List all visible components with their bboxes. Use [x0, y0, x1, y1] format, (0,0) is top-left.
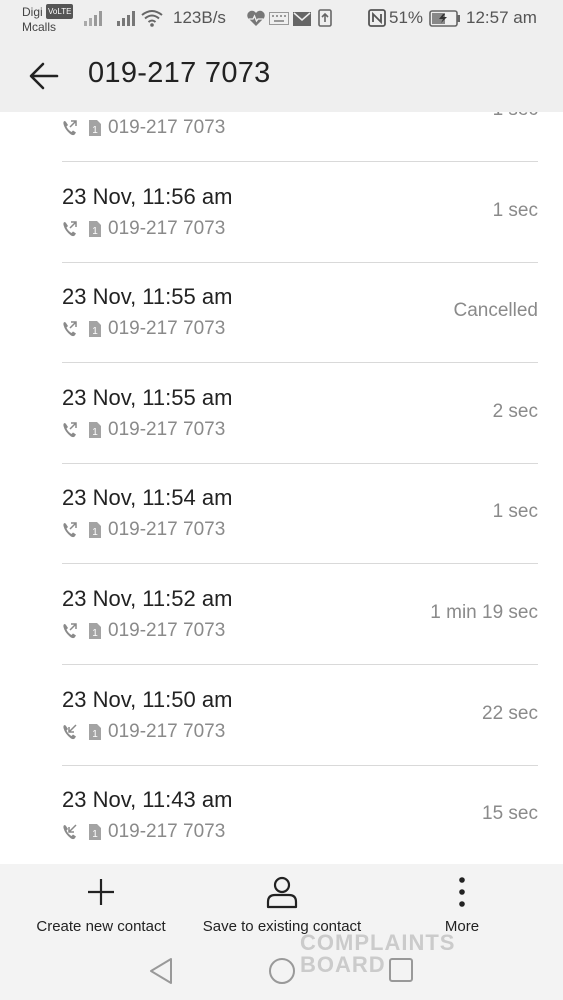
call-detail: 1 019-217 7073 — [62, 620, 225, 642]
call-time: 23 Nov, 11:55 am — [62, 384, 233, 410]
incoming-call-icon — [63, 724, 77, 739]
action-bar: Create new contact Save to existing cont… — [0, 864, 563, 942]
sim-card-icon: 1 — [89, 723, 101, 740]
call-duration: 1 sec — [493, 112, 538, 121]
plus-icon — [88, 879, 114, 905]
call-duration: 1 sec — [492, 199, 538, 221]
call-detail: 1 019-217 7073 — [62, 218, 225, 240]
nfc-icon — [368, 9, 386, 27]
call-number: 019-217 7073 — [108, 318, 226, 340]
call-number: 019-217 7073 — [108, 217, 226, 239]
more-button[interactable]: More — [426, 872, 498, 935]
sim-card-icon: 1 — [89, 623, 101, 639]
call-log-row[interactable]: 23 Nov, 11:43 am 1 019-217 7073 15 sec — [62, 765, 538, 864]
incoming-call-icon — [63, 824, 77, 840]
call-time: 23 Nov, 11:50 am — [62, 686, 233, 712]
call-log-row[interactable]: 23 Nov, 11:50 am 1 019-217 7073 22 sec — [62, 665, 538, 766]
svg-text:1: 1 — [92, 829, 98, 840]
mail-icon — [293, 12, 311, 26]
keyboard-icon — [269, 12, 289, 25]
sim-card-icon: 1 — [89, 120, 101, 136]
page-title: 019-217 7073 — [88, 57, 271, 89]
svg-text:1: 1 — [92, 527, 98, 538]
navigation-bar — [0, 942, 563, 1000]
watermark-logo: COMPLAINTS BOARD — [300, 930, 456, 977]
carrier-secondary: Mcalls — [22, 20, 57, 34]
wifi-icon — [141, 10, 163, 27]
volte-badge: VoLTE — [46, 4, 74, 19]
person-icon — [266, 876, 298, 909]
sim-card-icon: 1 — [89, 824, 101, 841]
call-number: 019-217 7073 — [108, 117, 226, 138]
call-number: 019-217 7073 — [108, 720, 226, 742]
call-time: 23 Nov, 11:52 am — [62, 586, 233, 611]
call-detail: 1 019-217 7073 — [62, 419, 225, 441]
health-icon — [247, 10, 265, 26]
svg-text:1: 1 — [92, 226, 98, 237]
call-duration: 15 sec — [482, 803, 538, 825]
call-duration: Cancelled — [453, 300, 539, 322]
call-time: 23 Nov, 11:56 am — [62, 183, 233, 209]
clock: 12:57 am — [466, 8, 537, 27]
nav-back-icon[interactable] — [148, 957, 174, 985]
signal-icon — [117, 9, 135, 26]
svg-text:1: 1 — [92, 125, 98, 136]
back-button[interactable] — [26, 58, 62, 94]
call-number: 019-217 7073 — [108, 620, 226, 641]
sim-card-icon: 1 — [89, 522, 101, 539]
call-time: 23 Nov, 11:54 am — [62, 485, 233, 511]
call-duration: 22 sec — [482, 702, 538, 724]
save-existing-contact-button[interactable]: Save to existing contact — [196, 872, 368, 935]
signal-icon — [84, 9, 102, 26]
arrow-left-icon — [29, 62, 59, 90]
call-log-row[interactable]: 23 Nov, 11:55 am 1 019-217 7073 2 sec — [62, 363, 538, 464]
carrier-name: Digi — [22, 5, 43, 19]
outgoing-call-icon — [63, 422, 77, 437]
call-time: 23 Nov, 11:55 am — [62, 284, 233, 310]
svg-text:1: 1 — [92, 427, 98, 438]
call-number: 019-217 7073 — [108, 821, 226, 843]
call-detail: 1 019-217 7073 — [62, 721, 225, 743]
sim-card-icon: 1 — [89, 321, 101, 338]
outgoing-call-icon — [63, 623, 77, 639]
outgoing-call-icon — [63, 120, 77, 136]
svg-text:1: 1 — [92, 326, 98, 337]
create-contact-label: Create new contact — [36, 918, 166, 935]
call-detail: 1 019-217 7073 — [62, 318, 225, 340]
call-log-row[interactable]: 23 Nov, 11:55 am 1 019-217 7073 Cancelled — [62, 262, 539, 364]
create-contact-button[interactable]: Create new contact — [30, 872, 172, 935]
carrier-info: Digi VoLTE Mcalls — [22, 4, 74, 35]
call-detail: 1 019-217 7073 — [62, 519, 225, 541]
call-duration: 2 sec — [492, 400, 538, 422]
call-log-row[interactable]: 23 Nov, 11:54 am 1 019-217 7073 1 sec — [62, 463, 538, 565]
battery-percent: 51% — [389, 8, 424, 27]
call-detail: 1 019-217 7073 — [62, 821, 225, 843]
app-header: 019-217 7073 — [0, 38, 563, 112]
outgoing-call-icon — [63, 522, 77, 538]
call-number: 019-217 7073 — [108, 418, 226, 440]
call-log-row[interactable]: 23 Nov, 11:56 am 1 019-217 7073 1 sec — [62, 162, 538, 263]
more-vertical-icon — [459, 877, 465, 907]
nav-home-icon[interactable] — [268, 957, 296, 985]
upload-icon — [318, 9, 332, 27]
call-detail: 1 019-217 7073 — [62, 117, 225, 139]
call-number: 019-217 7073 — [108, 519, 226, 541]
network-speed: 123B/s — [173, 8, 226, 27]
outgoing-call-icon — [63, 321, 77, 337]
svg-text:1: 1 — [92, 729, 98, 740]
battery-icon — [429, 10, 460, 27]
call-log-list[interactable]: 1 019-217 7073 1 sec 23 Nov, 11:56 am 1 019-2… — [0, 112, 563, 864]
call-time: 23 Nov, 11:43 am — [62, 787, 233, 813]
status-bar: Digi VoLTE Mcalls 123B/s 51% 12:57 am — [0, 0, 563, 38]
call-log-row[interactable]: 1 019-217 7073 1 sec — [62, 112, 538, 162]
call-log-row[interactable]: 23 Nov, 11:52 am 1 019-217 7073 1 min 19 se… — [62, 564, 538, 665]
sim-card-icon: 1 — [89, 220, 101, 237]
call-duration: 1 sec — [492, 501, 538, 523]
svg-text:1: 1 — [92, 628, 98, 639]
sim-card-icon: 1 — [89, 421, 101, 438]
outgoing-call-icon — [63, 220, 77, 236]
call-duration: 1 min 19 sec — [430, 602, 538, 623]
